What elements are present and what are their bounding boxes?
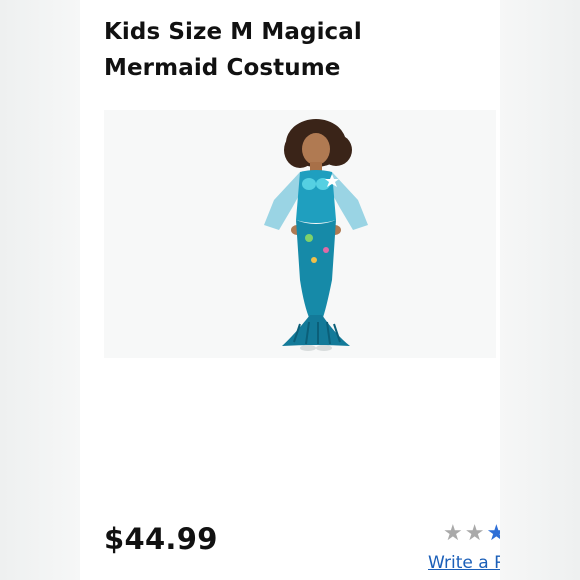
mermaid-costume-illustration — [264, 119, 368, 351]
left-gutter — [0, 0, 80, 580]
right-gutter — [500, 0, 580, 580]
star-icon: ★ — [443, 521, 463, 546]
star-icon: ★ — [486, 521, 500, 546]
product-image[interactable] — [104, 110, 496, 358]
product-price: $44.99 — [104, 522, 218, 556]
star-icon: ★ — [464, 521, 485, 546]
product-title: Kids Size M Magical Mermaid Costume — [104, 19, 362, 81]
product-page: Kids Size M Magical Mermaid Costume $44.… — [80, 0, 500, 580]
rating-stars: ★★★ — [443, 520, 500, 548]
write-review-link[interactable]: Write a R — [428, 553, 500, 573]
